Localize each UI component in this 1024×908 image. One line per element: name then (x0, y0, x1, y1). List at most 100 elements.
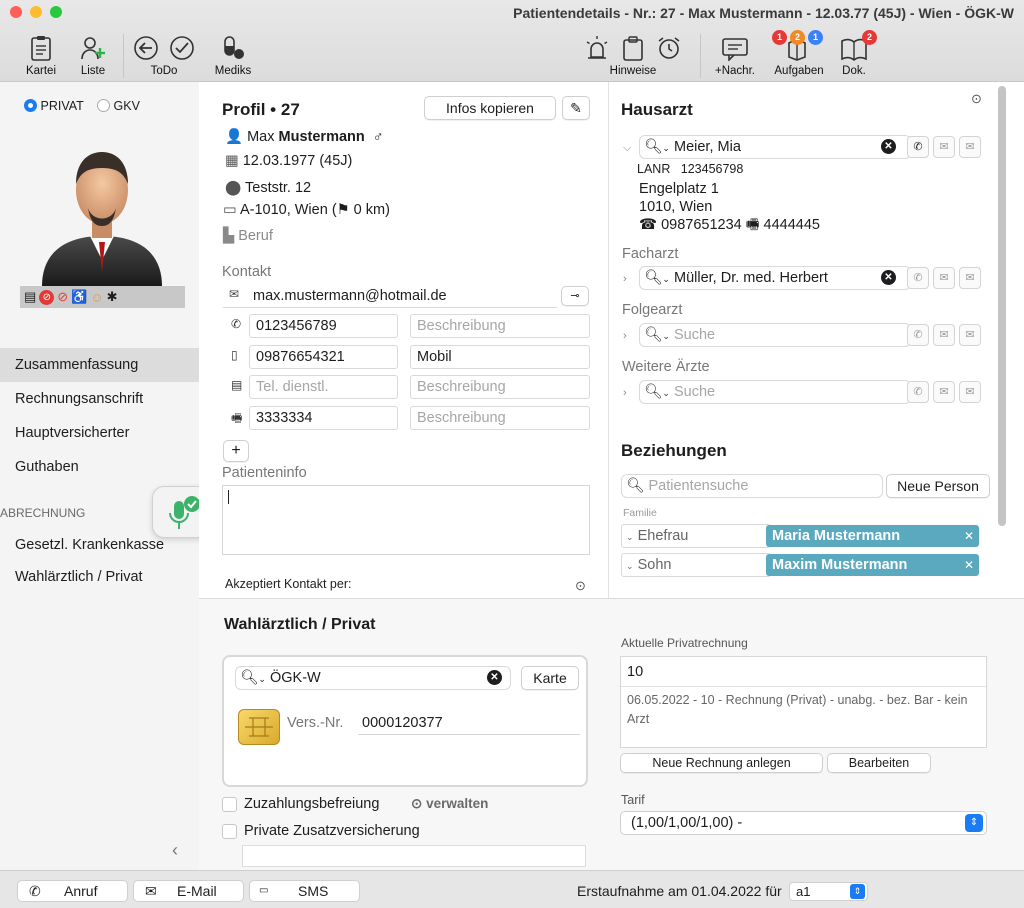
face-icon: ☺ (90, 289, 104, 305)
job-field[interactable]: ▙ Beruf (223, 228, 273, 244)
aufgaben-button[interactable]: 1 2 1 Aufgaben (768, 30, 830, 77)
contact-description-field[interactable]: Mobil (410, 344, 590, 369)
chevron-right-icon[interactable]: › (623, 387, 627, 399)
gkv-radio[interactable]: GKV (97, 99, 140, 113)
contact-value-field[interactable]: Tel. dienstl. (249, 375, 398, 399)
contact-description-field[interactable]: Beschreibung (410, 375, 590, 399)
avatar[interactable]: ▤ ⊘ ⊘ ♿ ☺ ✱ (20, 140, 185, 308)
scrollbar[interactable] (998, 86, 1006, 526)
add-person-icon (72, 33, 114, 61)
contact-description-field[interactable]: Beschreibung (410, 314, 590, 338)
insurer-search-field[interactable]: 🔍︎⌄ ÖGK-W (235, 666, 511, 690)
followup-search-field[interactable]: 🔍︎⌄ Suche (639, 323, 911, 347)
panel-options-icon[interactable]: ⊙ (971, 91, 982, 107)
sidebar-item-hauptversicherter[interactable]: Hauptversicherter (0, 416, 199, 450)
email-button[interactable]: ✉ E-Mail (133, 880, 244, 902)
current-invoice-box[interactable]: 10 06.05.2022 - 10 - Rechnung (Privat) -… (620, 656, 987, 748)
contact-value-field[interactable]: 0123456789 (249, 314, 398, 338)
relation-type-select[interactable]: ⌄ Sohn (621, 553, 771, 577)
fax-icon: 🖷 (745, 217, 760, 233)
task-badge-blue: 1 (808, 30, 823, 45)
email-gp-button[interactable]: ✉ (959, 136, 981, 158)
new-message-button[interactable]: +Nachr. (710, 33, 760, 77)
address-street: ⬤ Teststr. 12 (225, 180, 312, 196)
sidebar-item-rechnungsanschrift[interactable]: Rechnungsanschrift (0, 382, 199, 416)
search-icon: 🔍︎ (644, 270, 663, 286)
clear-insurer-icon[interactable]: ✕ (487, 670, 502, 685)
call-other-button[interactable]: ✆ (907, 381, 929, 403)
documents-button[interactable]: 2 Dok. (836, 30, 877, 77)
chevron-right-icon[interactable]: › (623, 273, 627, 285)
other-doctors-search-field[interactable]: 🔍︎⌄ Suche (639, 380, 911, 404)
hinweise-button[interactable]: Hinweise (578, 33, 688, 77)
supplementary-insurance-checkbox[interactable] (222, 824, 237, 839)
sidebar-item-wahlaerztlich[interactable]: Wahlärztlich / Privat (0, 560, 199, 594)
card-button[interactable]: Karte (521, 666, 579, 690)
birthdate: ▦ 12.03.1977 (45J) (225, 153, 353, 169)
contact-value-field[interactable]: 09876654321 (249, 344, 398, 369)
supplementary-insurance-field[interactable] (242, 845, 586, 867)
call-gp-button[interactable]: ✆ (907, 136, 929, 158)
tariff-select[interactable]: (1,00/1,00/1,00) - ⇕ (620, 811, 987, 835)
manage-link[interactable]: ⊙ verwalten (411, 796, 488, 812)
user-select[interactable]: a1 ⇕ (789, 882, 868, 901)
clear-gp-icon[interactable]: ✕ (881, 139, 896, 154)
patient-info-textarea[interactable] (222, 485, 590, 555)
clear-specialist-icon[interactable]: ✕ (881, 270, 896, 285)
location-pin-icon: ⬤ (225, 180, 242, 196)
todo-button[interactable]: ToDo (132, 33, 196, 77)
remove-relation-icon[interactable]: ✕ (964, 554, 974, 576)
minimize-window-button[interactable] (30, 6, 42, 18)
contact-heading: Kontakt (222, 264, 272, 280)
chevron-right-icon[interactable]: › (623, 330, 627, 342)
copy-info-button[interactable]: Infos kopieren (424, 96, 556, 120)
specialist-search-field[interactable]: 🔍︎⌄ Müller, Dr. med. Herbert (639, 266, 911, 290)
chevron-down-icon[interactable]: ⌵ (623, 142, 631, 155)
clipboard-icon (20, 33, 62, 61)
call-specialist-button[interactable]: ✆ (907, 267, 929, 289)
relation-person-tag[interactable]: Maria Mustermann ✕ (766, 525, 979, 547)
phone-icon: ✆ (913, 272, 923, 284)
edit-invoice-button[interactable]: Bearbeiten (827, 753, 931, 773)
key-button[interactable]: ⊸ (561, 286, 589, 306)
new-invoice-button[interactable]: Neue Rechnung anlegen (620, 753, 823, 773)
gp-search-field[interactable]: 🔍︎⌄ Meier, Mia (639, 135, 911, 159)
email-followup-button[interactable]: ✉ (959, 324, 981, 346)
mail-gp-button[interactable]: ✉ (933, 136, 955, 158)
insurance-number-field[interactable]: 0000120377 (358, 711, 580, 735)
email-specialist-button[interactable]: ✉ (959, 267, 981, 289)
edit-profile-button[interactable]: ✎ (562, 96, 590, 120)
email-other-button[interactable]: ✉ (959, 381, 981, 403)
call-button[interactable]: ✆ Anruf (17, 880, 128, 902)
supplementary-insurance-label: Private Zusatzversicherung (244, 823, 420, 839)
call-followup-button[interactable]: ✆ (907, 324, 929, 346)
remove-relation-icon[interactable]: ✕ (964, 525, 974, 547)
email-field[interactable]: ✉ max.mustermann@hotmail.de (223, 284, 557, 308)
collapse-sidebar-chevron-icon[interactable]: ‹ (172, 840, 178, 861)
contact-value-field[interactable]: 3333334 (249, 405, 398, 430)
contact-description-field[interactable]: Beschreibung (410, 405, 590, 430)
wheelchair-icon: ♿ (71, 289, 88, 304)
relation-type-select[interactable]: ⌄ Ehefrau (621, 524, 771, 548)
kartei-button[interactable]: Kartei (20, 33, 62, 77)
zoom-window-button[interactable] (50, 6, 62, 18)
mediks-button[interactable]: Mediks (210, 33, 256, 77)
more-options-icon[interactable]: ⊙ (575, 578, 586, 594)
add-contact-button[interactable]: + (223, 440, 249, 462)
privat-radio[interactable]: PRIVAT (24, 99, 84, 113)
mail-followup-button[interactable]: ✉ (933, 324, 955, 346)
sms-button[interactable]: ▭ SMS (249, 880, 360, 902)
mail-specialist-button[interactable]: ✉ (933, 267, 955, 289)
close-window-button[interactable] (10, 6, 22, 18)
fax-icon: 🖷 (231, 410, 243, 425)
relation-person-tag[interactable]: Maxim Mustermann ✕ (766, 554, 979, 576)
sidebar-item-guthaben[interactable]: Guthaben (0, 450, 199, 484)
copay-exemption-checkbox[interactable] (222, 797, 237, 812)
new-person-button[interactable]: Neue Person (886, 474, 990, 498)
mail-other-button[interactable]: ✉ (933, 381, 955, 403)
sms-icon: ▭ (259, 885, 269, 896)
patient-search-field[interactable]: 🔍︎ Patientensuche (621, 474, 883, 498)
business-card-icon: ▤ (231, 378, 243, 392)
liste-button[interactable]: Liste (72, 33, 114, 77)
sidebar-item-zusammenfassung[interactable]: Zusammenfassung (0, 348, 199, 382)
